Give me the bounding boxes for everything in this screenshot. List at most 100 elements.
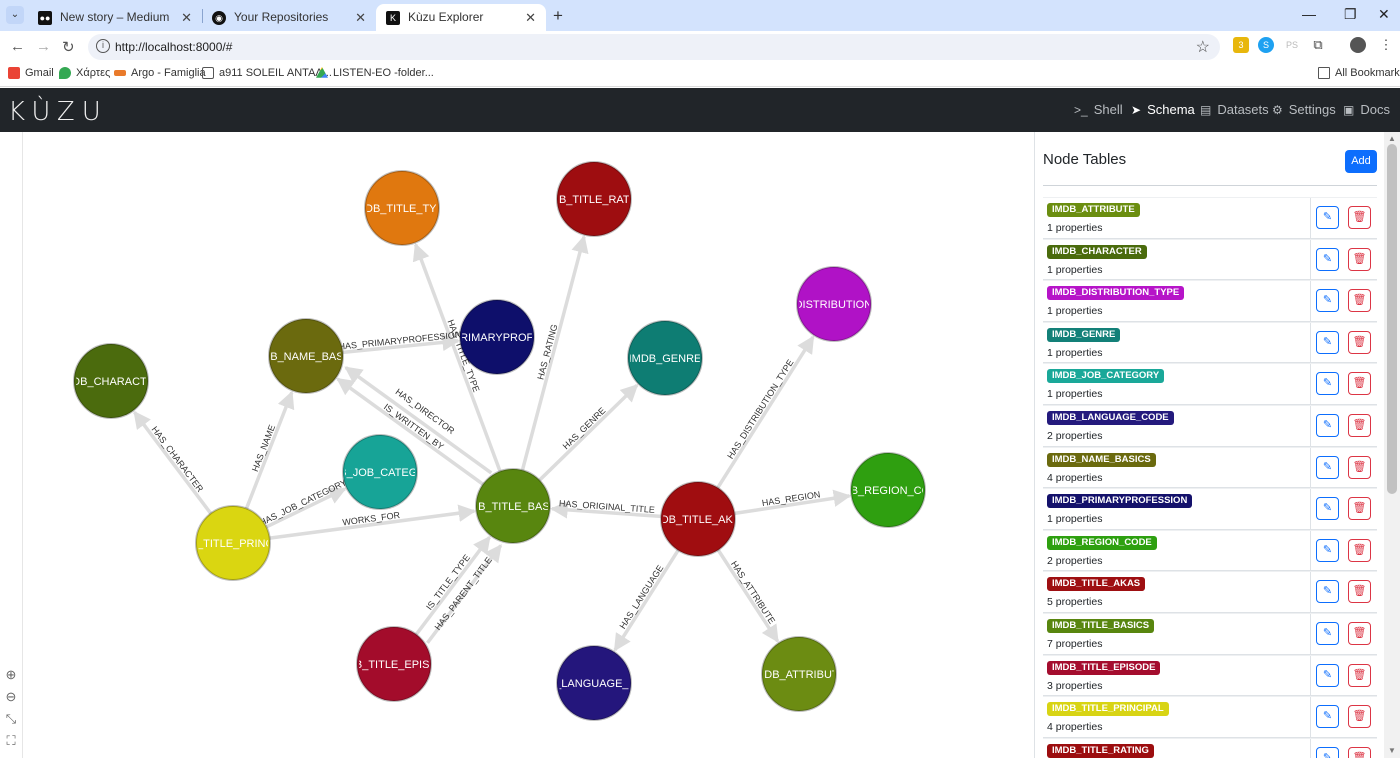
url-text[interactable]: http://localhost:8000/#: [115, 40, 232, 54]
extension-ps-icon[interactable]: PS: [1284, 37, 1300, 53]
graph-node-dist[interactable]: IMDB_DISTRIBUTION_TYPE: [761, 266, 907, 342]
kuzu-logo[interactable]: KÙZU: [8, 97, 108, 127]
edit-pencil-icon[interactable]: ✎: [1316, 497, 1339, 521]
new-tab-button[interactable]: +: [553, 6, 563, 26]
delete-trash-icon[interactable]: 🗑: [1348, 705, 1371, 729]
graph-node-genre[interactable]: IMDB_GENRE: [627, 320, 703, 396]
nav-docs[interactable]: ▣ Docs: [1343, 102, 1390, 117]
fit-view-icon[interactable]: ⤡: [4, 712, 18, 726]
scrollbar-thumb[interactable]: [1387, 144, 1397, 494]
edit-pencil-icon[interactable]: ✎: [1316, 247, 1339, 271]
graph-node-char[interactable]: IMDB_CHARACTER: [60, 343, 162, 419]
tab-search-icon[interactable]: ⌄: [6, 6, 24, 24]
edge-line[interactable]: [133, 410, 213, 515]
profile-avatar[interactable]: [1350, 37, 1366, 53]
close-icon[interactable]: ✕: [181, 6, 192, 29]
delete-trash-icon[interactable]: 🗑: [1348, 455, 1371, 479]
scroll-down-icon[interactable]: ▼: [1388, 746, 1396, 755]
delete-trash-icon[interactable]: 🗑: [1348, 289, 1371, 313]
node-label: IMDB_DISTRIBUTION_TYPE: [761, 299, 907, 311]
graph-node-episode[interactable]: IMDB_TITLE_EPISODE: [335, 626, 454, 702]
close-icon[interactable]: ✕: [355, 6, 366, 29]
schema-graph[interactable]: HAS_TITLE_TYPE HAS_RATING HAS_GENRE HAS_PRI…: [0, 132, 1034, 758]
edit-pencil-icon[interactable]: ✎: [1316, 746, 1339, 758]
delete-trash-icon[interactable]: 🗑: [1348, 206, 1371, 229]
extensions-puzzle-icon[interactable]: ⧉: [1310, 37, 1326, 53]
tab-github[interactable]: ◉ Your Repositories ✕: [202, 4, 376, 31]
edit-pencil-icon[interactable]: ✎: [1316, 538, 1339, 562]
reload-icon[interactable]: ↻: [62, 38, 75, 56]
delete-trash-icon[interactable]: 🗑: [1348, 497, 1371, 521]
tab-kuzu-explorer[interactable]: K Kùzu Explorer ✕: [376, 4, 546, 31]
site-info-icon[interactable]: i: [96, 39, 110, 53]
edit-pencil-icon[interactable]: ✎: [1316, 455, 1339, 479]
delete-trash-icon[interactable]: 🗑: [1348, 538, 1371, 562]
nav-shell[interactable]: >_ Shell: [1074, 102, 1123, 117]
bookmark-star-icon[interactable]: ☆: [1196, 37, 1210, 57]
graph-node-name[interactable]: IMDB_NAME_BASICS: [250, 318, 362, 394]
delete-trash-icon[interactable]: 🗑: [1348, 413, 1371, 437]
node-table-row: IMDB_TITLE_PRINCIPAL 4 properties ✎ 🗑: [1043, 696, 1377, 738]
app-navbar: KÙZU >_ Shell ➤ Schema ▤ Datasets ⚙ Settings…: [0, 88, 1400, 132]
delete-trash-icon[interactable]: 🗑: [1348, 746, 1371, 758]
edit-pencil-icon[interactable]: ✎: [1316, 621, 1339, 645]
edit-pencil-icon[interactable]: ✎: [1316, 663, 1339, 687]
bookmark-a911[interactable]: a911 SOLEIL ΑΝΤΑΛ...: [202, 67, 332, 79]
close-icon[interactable]: ✕: [525, 6, 536, 29]
restore-icon[interactable]: ❐: [1344, 6, 1357, 23]
edge-line[interactable]: [716, 549, 780, 643]
graph-svg[interactable]: HAS_TITLE_TYPE HAS_RATINGHAS_GENREHAS_PRI…: [0, 132, 1034, 758]
delete-trash-icon[interactable]: 🗑: [1348, 247, 1371, 271]
graph-node-akas[interactable]: IMDB_TITLE_AKAS: [648, 481, 747, 557]
nav-datasets[interactable]: ▤ Datasets: [1200, 102, 1269, 117]
graph-node-attr[interactable]: IMDB_ATTRIBUTE: [752, 636, 846, 712]
zoom-out-icon[interactable]: ⊖: [4, 690, 18, 704]
back-icon[interactable]: ←: [10, 38, 25, 55]
scroll-up-icon[interactable]: ▲: [1388, 134, 1396, 143]
minimize-icon[interactable]: —: [1302, 6, 1316, 22]
all-bookmarks[interactable]: All Bookmarks: [1318, 67, 1400, 79]
bookmark-gmail[interactable]: Gmail: [8, 67, 54, 79]
window-close-icon[interactable]: ✕: [1378, 6, 1390, 23]
bookmark-maps[interactable]: Χάρτες: [59, 67, 110, 79]
edge-line[interactable]: [613, 549, 680, 652]
forward-icon[interactable]: →: [36, 38, 51, 55]
graph-node-type[interactable]: IMDB_TITLE_TYPE: [353, 170, 451, 246]
edit-pencil-icon[interactable]: ✎: [1316, 372, 1339, 396]
delete-trash-icon[interactable]: 🗑: [1348, 372, 1371, 396]
graph-node-job[interactable]: IMDB_JOB_CATEGORY: [319, 434, 442, 510]
edit-pencil-icon[interactable]: ✎: [1316, 206, 1339, 229]
edge-line[interactable]: [244, 390, 295, 510]
node-tables-panel: Node Tables Add IMDB_ATTRIBUTE 1 properti…: [1034, 132, 1384, 758]
delete-trash-icon[interactable]: 🗑: [1348, 621, 1371, 645]
graph-node-region[interactable]: IMDB_REGION_CODE: [831, 452, 946, 528]
edit-pencil-icon[interactable]: ✎: [1316, 580, 1339, 604]
bookmark-listen-eo[interactable]: LISTEN-EO -folder...: [316, 67, 434, 79]
delete-trash-icon[interactable]: 🗑: [1348, 330, 1371, 354]
delete-trash-icon[interactable]: 🗑: [1348, 663, 1371, 687]
table-name-badge: IMDB_DISTRIBUTION_TYPE: [1047, 286, 1185, 301]
edit-pencil-icon[interactable]: ✎: [1316, 413, 1339, 437]
browser-menu-icon[interactable]: ⋮: [1378, 37, 1394, 53]
graph-node-lang[interactable]: IMDB_LANGUAGE_CODE: [528, 645, 661, 721]
nav-schema[interactable]: ➤ Schema: [1131, 102, 1195, 117]
edge-line[interactable]: [716, 335, 815, 489]
extension-folder-icon[interactable]: 3: [1233, 37, 1249, 53]
edge-line[interactable]: [538, 383, 639, 482]
zoom-in-icon[interactable]: ⊕: [4, 668, 18, 682]
edge-line[interactable]: [414, 535, 491, 636]
address-bar[interactable]: i http://localhost:8000/# ☆: [88, 34, 1220, 60]
document-icon: [202, 67, 214, 79]
edit-pencil-icon[interactable]: ✎: [1316, 289, 1339, 313]
edit-pencil-icon[interactable]: ✎: [1316, 330, 1339, 354]
graph-node-rating[interactable]: IMDB_TITLE_RATING: [539, 161, 649, 237]
edit-pencil-icon[interactable]: ✎: [1316, 705, 1339, 729]
add-button[interactable]: Add: [1345, 150, 1377, 173]
skype-icon[interactable]: S: [1258, 37, 1274, 53]
scrollbar[interactable]: ▲ ▼: [1384, 132, 1400, 758]
tab-medium[interactable]: ●● New story – Medium ✕: [28, 4, 202, 31]
fullscreen-icon[interactable]: ⛶: [4, 734, 18, 748]
delete-trash-icon[interactable]: 🗑: [1348, 580, 1371, 604]
bookmark-argo[interactable]: Argo - Famiglia: [114, 67, 206, 79]
nav-settings[interactable]: ⚙ Settings: [1272, 102, 1336, 117]
